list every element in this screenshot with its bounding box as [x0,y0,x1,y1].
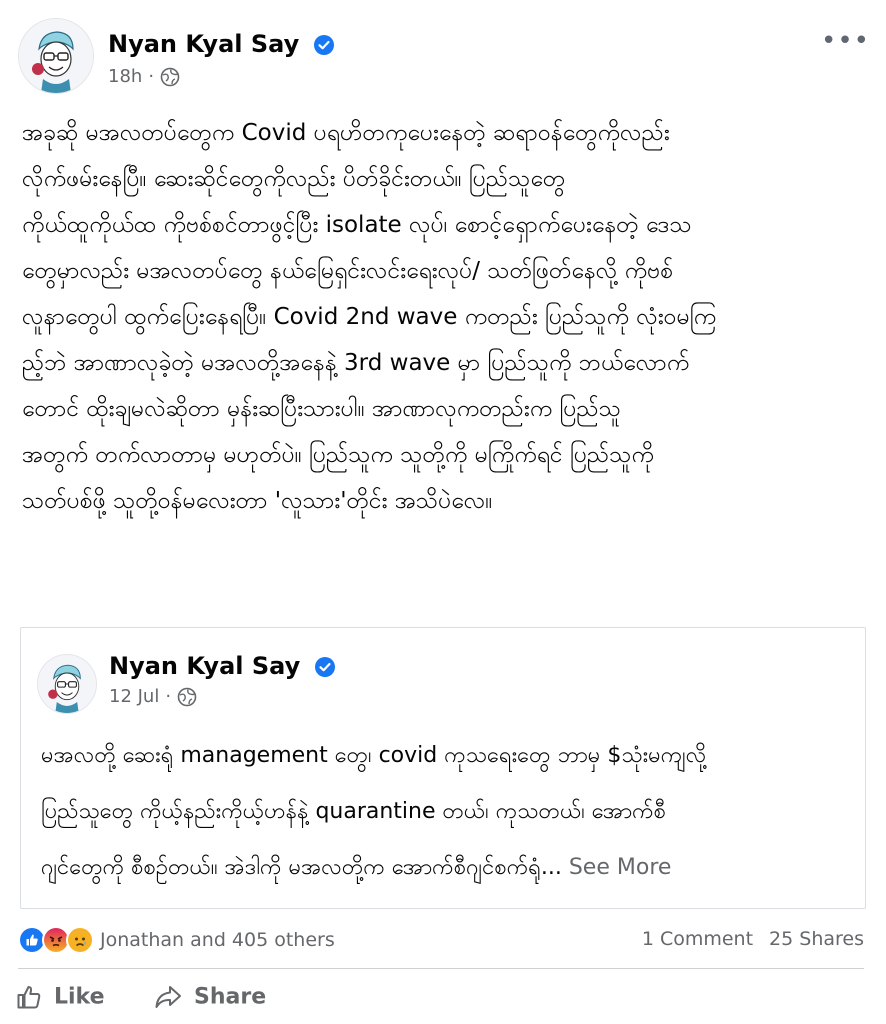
reactions-text[interactable]: Jonathan and 405 others [100,929,335,951]
shared-post-meta: 12 Jul · [109,686,197,707]
author-name[interactable]: Nyan Kyal Say [108,30,334,58]
author-avatar[interactable] [18,18,94,94]
shares-count[interactable]: 25 Shares [769,928,864,950]
share-label: Share [194,984,267,1010]
action-divider [18,968,864,969]
post-body-text: အခုဆို မအလတပ်တွေက Covid ပရဟိတကုပေးနေတဲ့ … [22,120,717,514]
globe-icon [177,687,197,707]
share-icon [155,986,181,1008]
globe-icon [160,67,180,87]
shared-author-name-text[interactable]: Nyan Kyal Say [109,652,300,680]
shared-post-card[interactable]: Nyan Kyal Say 12 Jul · မအလတို့ ဆေးရုံ man… [20,627,866,909]
author-name-text[interactable]: Nyan Kyal Say [108,30,299,58]
verified-badge-icon [313,35,334,55]
more-options-button[interactable]: ••• [821,26,870,56]
engagement-stats: 1 Comment 25 Shares [642,928,864,950]
meta-separator: · [165,686,172,707]
shared-author-avatar[interactable] [37,654,97,714]
shared-author-name[interactable]: Nyan Kyal Say [109,652,335,680]
like-button[interactable]: Like [16,984,105,1010]
shared-post-timestamp[interactable]: 12 Jul [109,686,159,707]
sad-reaction-icon [66,926,94,954]
post-timestamp[interactable]: 18h [108,66,142,87]
thumbs-up-icon [17,986,41,1009]
reactions-summary[interactable]: Jonathan and 405 others [18,926,335,954]
comments-count[interactable]: 1 Comment [642,928,753,950]
shared-post-text: မအလတို့ ဆေးရုံ management တွေ၊ covid ကုသ… [41,728,851,896]
meta-separator: · [148,66,155,87]
like-label: Like [54,984,105,1010]
see-more-link[interactable]: See More [569,855,672,880]
post-meta: 18h · [108,66,180,87]
verified-badge-icon [314,657,335,677]
share-button[interactable]: Share [154,984,266,1010]
